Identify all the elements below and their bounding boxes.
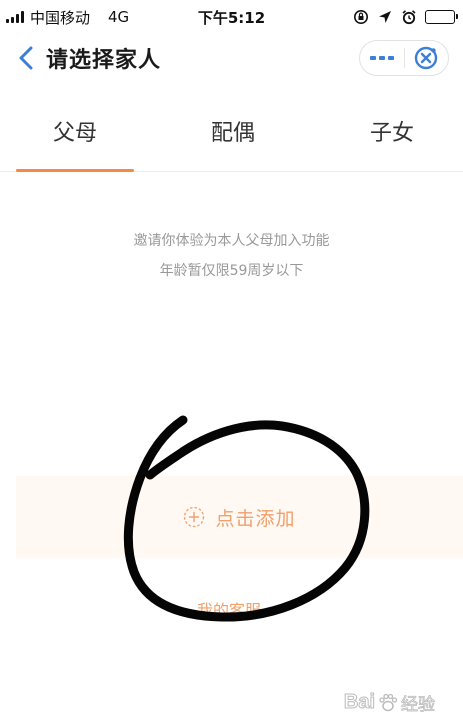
close-button[interactable] [405,41,449,75]
nav-bar: 请选择家人 [0,34,463,82]
status-left: 中国移动 4G [6,7,129,28]
signal-icon [6,11,24,23]
plus-circle-dashed-icon [184,506,205,528]
family-tabs: 父母 配偶 子女 [0,90,463,172]
chevron-left-icon [19,46,33,70]
status-time: 下午5:12 [197,8,266,27]
add-family-button[interactable]: 点击添加 [16,476,463,558]
tab-spouse[interactable]: 配偶 [173,90,293,172]
tab-children[interactable]: 子女 [332,90,452,172]
location-icon [379,11,391,23]
add-family-label: 点击添加 [215,507,296,530]
watermark-suffix: 经验 [401,695,436,716]
invite-text: 邀请你体验为本人父母加入功能 [133,233,330,249]
rotation-lock-icon [354,10,368,24]
customer-service-link[interactable]: 我的客服 [197,597,261,621]
alarm-icon [402,10,416,25]
network-type: 4G [108,8,130,26]
battery-icon [425,10,458,24]
page-title: 请选择家人 [46,48,162,73]
status-right [353,9,458,25]
mini-program-capsule [359,40,449,76]
back-button[interactable] [6,38,46,78]
tab-parents[interactable]: 父母 [15,90,135,172]
close-circle-icon [415,46,438,70]
baidu-watermark: Bai 经验 [343,690,436,716]
age-limit-text: 年龄暂仅限59周岁以下 [159,263,304,279]
paw-icon [379,693,398,711]
more-dots-icon [369,56,394,60]
status-bar: 中国移动 4G 下午5:12 [0,0,463,34]
active-tab-indicator [16,169,134,172]
more-button[interactable] [360,41,404,75]
carrier-name: 中国移动 [30,8,91,27]
watermark-text: Bai [343,691,375,714]
